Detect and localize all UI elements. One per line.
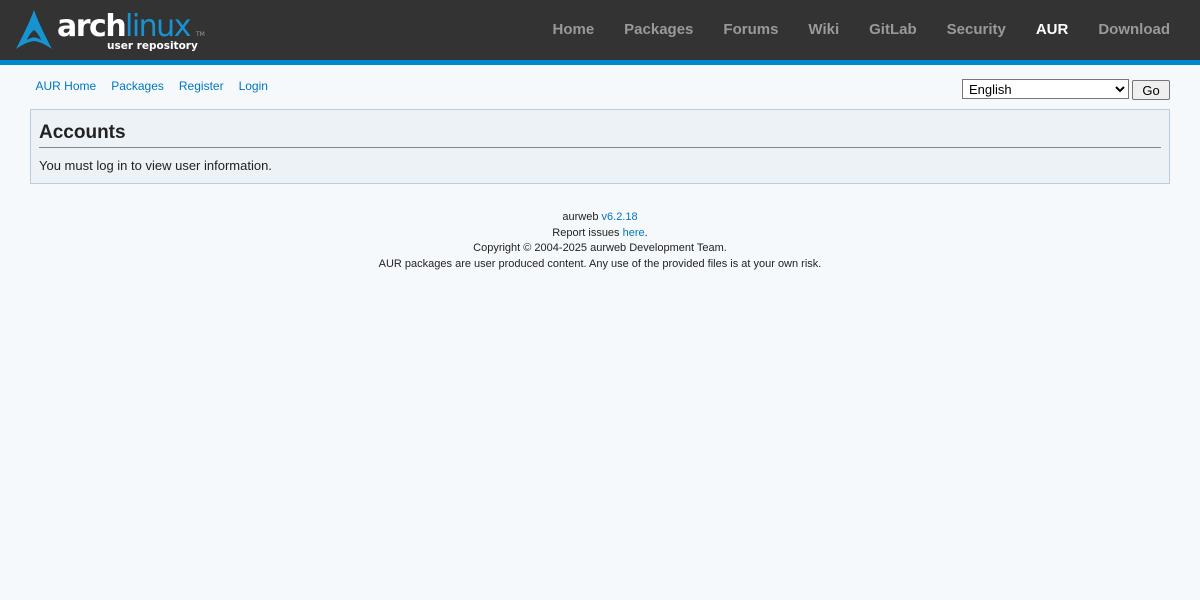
nav-gitlab[interactable]: GitLab xyxy=(854,0,932,60)
subnav-aur-home[interactable]: AUR Home xyxy=(28,79,104,93)
nav-aur[interactable]: AUR xyxy=(1021,0,1084,60)
subnav-login[interactable]: Login xyxy=(231,79,275,93)
language-go-button[interactable]: Go xyxy=(1132,80,1170,100)
nav-download[interactable]: Download xyxy=(1083,0,1185,60)
footer-version-prefix: aurweb xyxy=(562,211,602,223)
language-form: English Go xyxy=(962,78,1170,100)
subnav-register[interactable]: Register xyxy=(171,79,231,93)
nav-security[interactable]: Security xyxy=(932,0,1021,60)
nav-packages[interactable]: Packages xyxy=(609,0,708,60)
accounts-box: Accounts You must log in to view user in… xyxy=(30,109,1170,184)
footer-version-line: aurweb v6.2.18 xyxy=(0,210,1200,226)
footer-copyright: Copyright © 2004-2025 aurweb Development… xyxy=(473,242,727,255)
footer-report-line: Report issues here. xyxy=(0,226,1200,242)
page-title: Accounts xyxy=(39,120,1161,148)
footer-report-prefix: Report issues xyxy=(552,226,623,239)
footer-report-suffix: . xyxy=(644,226,648,239)
logo-tm: TM xyxy=(195,31,205,38)
subnav-packages[interactable]: Packages xyxy=(104,79,172,93)
login-required-message: You must log in to view user information… xyxy=(39,158,272,173)
top-navbar: arch linux TM user repository Home Packa… xyxy=(0,0,1200,65)
aur-subnav: AUR Home Packages Register Login xyxy=(28,79,275,93)
footer: aurweb v6.2.18 Report issues here. Copyr… xyxy=(0,210,1200,272)
logo-word-arch: arch xyxy=(57,9,125,44)
footer-report-link[interactable]: here xyxy=(623,227,645,239)
language-select[interactable]: English xyxy=(962,79,1129,99)
footer-disclaimer: AUR packages are user produced content. … xyxy=(378,257,822,270)
main-menu: Home Packages Forums Wiki GitLab Securit… xyxy=(537,0,1200,60)
logo-word-linux: linux xyxy=(125,9,191,44)
nav-forums[interactable]: Forums xyxy=(708,0,793,60)
footer-version-link[interactable]: v6.2.18 xyxy=(602,211,638,223)
archlinux-logo[interactable]: arch linux TM user repository xyxy=(14,8,214,54)
content-top: AUR Home Packages Register Login English… xyxy=(0,65,1200,105)
logo-tagline: user repository xyxy=(107,40,198,52)
arch-logo-icon: arch linux TM user repository xyxy=(16,9,205,52)
nav-home[interactable]: Home xyxy=(537,0,609,60)
nav-wiki[interactable]: Wiki xyxy=(793,0,854,60)
